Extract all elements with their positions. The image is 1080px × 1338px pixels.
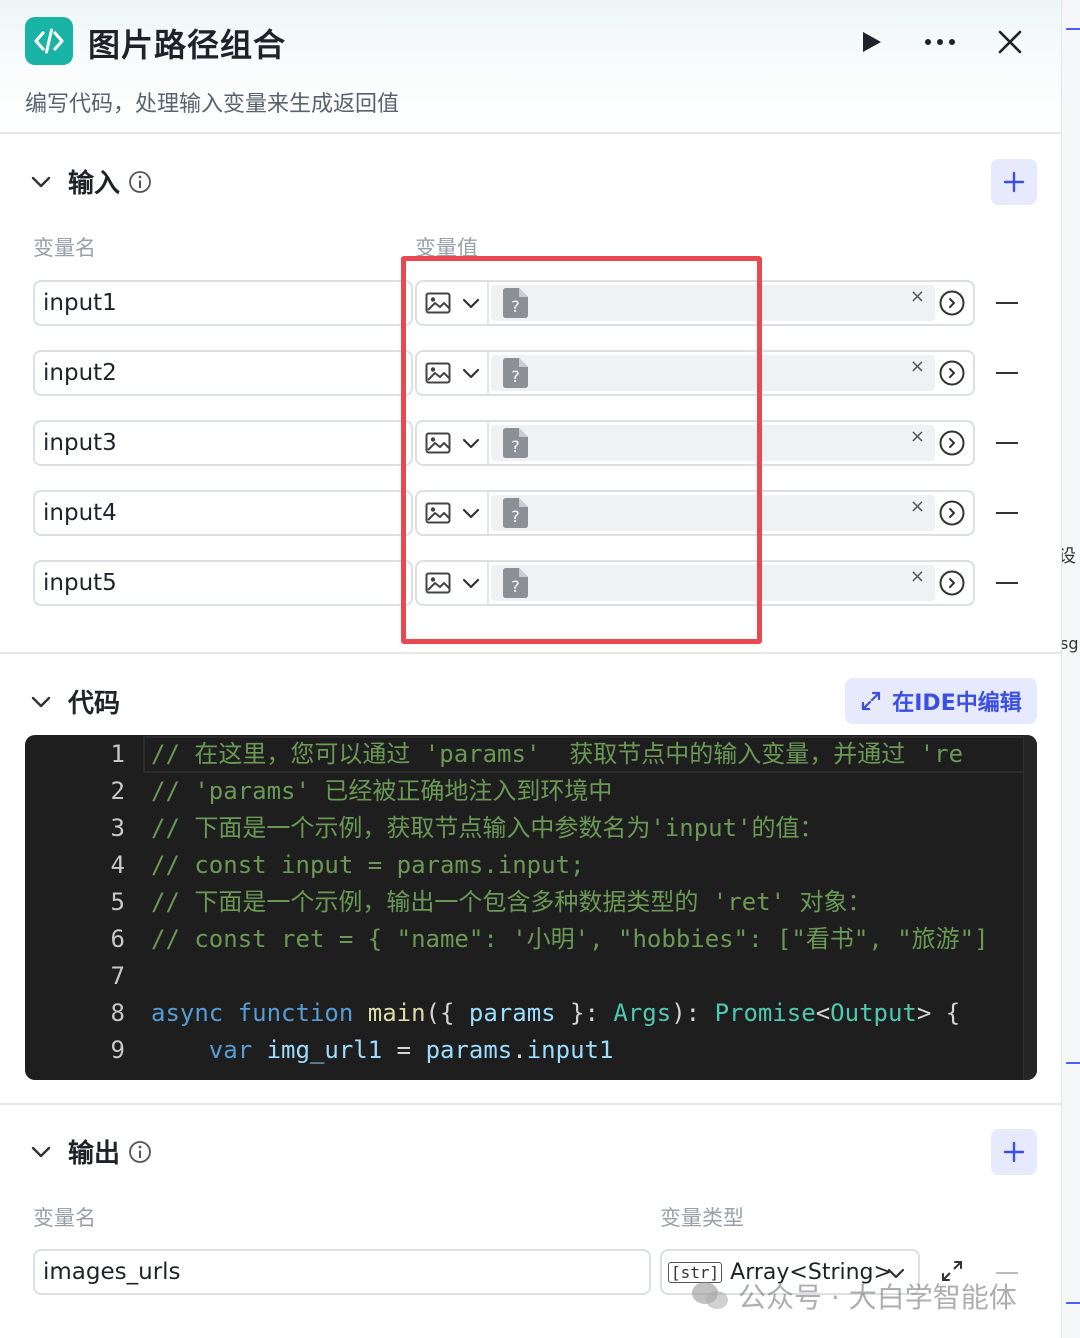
input-name-field[interactable]: input1 bbox=[33, 280, 413, 326]
code-section-toggle[interactable]: 代码 bbox=[28, 683, 120, 720]
code-line[interactable]: 1 // 在这里，您可以通过 'params' 获取节点中的输入变量，并通过 'r… bbox=[25, 736, 1037, 773]
line-number: 6 bbox=[110, 925, 125, 953]
code-section-title: 代码 bbox=[68, 689, 121, 719]
wechat-icon bbox=[692, 1282, 728, 1309]
plus-icon bbox=[1003, 1141, 1025, 1163]
expand-icon bbox=[862, 691, 881, 711]
output-column-type-header: 变量类型 bbox=[660, 1206, 744, 1230]
input-name-field[interactable]: input5 bbox=[33, 560, 413, 606]
input-name-field[interactable]: input3 bbox=[33, 420, 413, 466]
section-divider bbox=[0, 1103, 1061, 1105]
input-column-name-header: 变量名 bbox=[33, 236, 96, 260]
code-line[interactable]: 6 // const ret = { "name": '小明', "hobbies… bbox=[25, 921, 1037, 958]
clear-value-button[interactable]: × bbox=[910, 286, 925, 307]
line-number: 7 bbox=[110, 962, 125, 990]
line-number: 9 bbox=[110, 1036, 125, 1064]
more-options-button[interactable] bbox=[920, 22, 960, 62]
code-line-clipped bbox=[25, 1069, 1037, 1080]
line-number: 8 bbox=[110, 999, 125, 1027]
input-name-field[interactable]: input2 bbox=[33, 350, 413, 396]
section-divider bbox=[0, 652, 1061, 654]
clear-value-button[interactable]: × bbox=[910, 566, 925, 587]
canvas-edge-line bbox=[1066, 1302, 1080, 1304]
edit-in-ide-label: 在IDE中编辑 bbox=[892, 691, 1022, 716]
editor-scrollbar[interactable] bbox=[1023, 735, 1037, 1080]
line-number: 3 bbox=[110, 814, 125, 842]
code-line[interactable]: 7 bbox=[25, 958, 1037, 995]
play-icon bbox=[863, 32, 881, 52]
node-title[interactable]: 图片路径组合 bbox=[88, 20, 286, 66]
line-number: 4 bbox=[110, 851, 125, 879]
code-text: // 在这里，您可以通过 'params' 获取节点中的输入变量，并通过 're bbox=[151, 740, 964, 768]
canvas-edge-line bbox=[1066, 28, 1080, 30]
code-line[interactable]: 2 // 'params' 已经被正确地注入到环境中 bbox=[25, 773, 1037, 810]
close-icon bbox=[998, 30, 1022, 54]
variable-reference-icon[interactable] bbox=[937, 288, 967, 318]
add-output-button[interactable] bbox=[991, 1129, 1037, 1175]
output-section-toggle[interactable]: 输出 bbox=[28, 1133, 152, 1170]
output-section-title: 输出 bbox=[68, 1139, 121, 1169]
code-text: async function main({ params }: Args): P… bbox=[151, 999, 961, 1027]
info-icon[interactable] bbox=[128, 170, 152, 194]
clear-value-button[interactable]: × bbox=[910, 356, 925, 377]
code-line[interactable]: 3 // 下面是一个示例，获取节点输入中参数名为'input'的值： bbox=[25, 810, 1037, 847]
wechat-watermark: 公众号 · 大白学智能体 bbox=[690, 1276, 1017, 1316]
edit-in-ide-button[interactable]: 在IDE中编辑 bbox=[845, 678, 1037, 724]
variable-reference-icon[interactable] bbox=[937, 568, 967, 598]
highlight-annotation-box bbox=[401, 256, 762, 644]
code-line[interactable]: 4 // const input = params.input; bbox=[25, 847, 1037, 884]
remove-input-button[interactable] bbox=[996, 512, 1018, 514]
variable-reference-icon[interactable] bbox=[937, 498, 967, 528]
remove-output-button[interactable] bbox=[996, 1272, 1018, 1274]
code-text: // const input = params.input; bbox=[151, 851, 585, 879]
code-editor[interactable]: 1 // 在这里，您可以通过 'params' 获取节点中的输入变量，并通过 'r… bbox=[25, 735, 1037, 1080]
input-name-field[interactable]: input4 bbox=[33, 490, 413, 536]
info-icon[interactable] bbox=[128, 1140, 152, 1164]
background-canvas-strip: 设 sg bbox=[1062, 0, 1080, 1338]
code-text: var img_url1 = params.input1 bbox=[208, 1036, 614, 1064]
chevron-down-icon bbox=[31, 696, 51, 707]
remove-input-button[interactable] bbox=[996, 442, 1018, 444]
code-text: // 下面是一个示例，获取节点输入中参数名为'input'的值： bbox=[151, 814, 824, 842]
code-node-panel: 图片路径组合 编写代码，处理输入变量来生成返回值 输入 变量名 变量值 inpu… bbox=[0, 0, 1062, 1338]
add-input-button[interactable] bbox=[991, 159, 1037, 205]
code-line[interactable]: 8 async function main({ params }: Args): … bbox=[25, 995, 1037, 1032]
chevron-down-icon bbox=[31, 176, 51, 187]
remove-input-button[interactable] bbox=[996, 302, 1018, 304]
line-number: 1 bbox=[110, 740, 125, 768]
clear-value-button[interactable]: × bbox=[910, 496, 925, 517]
input-section-title: 输入 bbox=[68, 169, 121, 199]
output-column-name-header: 变量名 bbox=[33, 1206, 96, 1230]
input-section-toggle[interactable]: 输入 bbox=[28, 163, 152, 200]
code-line[interactable]: 9 var img_url1 = params.input1 bbox=[25, 1032, 1037, 1069]
code-text: // 'params' 已经被正确地注入到环境中 bbox=[151, 777, 613, 805]
code-line[interactable]: 5 // 下面是一个示例，输出一个包含多种数据类型的 'ret' 对象： bbox=[25, 884, 1037, 921]
more-icon bbox=[925, 39, 955, 45]
variable-reference-icon[interactable] bbox=[937, 428, 967, 458]
remove-input-button[interactable] bbox=[996, 582, 1018, 584]
watermark-text: 公众号 · 大白学智能体 bbox=[738, 1281, 1017, 1314]
code-text: // const ret = { "name": '小明', "hobbies"… bbox=[151, 925, 989, 953]
panel-header: 图片路径组合 编写代码，处理输入变量来生成返回值 bbox=[0, 0, 1061, 134]
code-node-logo bbox=[25, 17, 73, 65]
code-brackets-icon bbox=[34, 28, 64, 54]
canvas-text-fragment: sg bbox=[1062, 634, 1079, 653]
variable-reference-icon[interactable] bbox=[937, 358, 967, 388]
line-number: 5 bbox=[110, 888, 125, 916]
plus-icon bbox=[1003, 171, 1025, 193]
output-name-input[interactable]: images_urls bbox=[33, 1249, 651, 1295]
line-number: 2 bbox=[110, 777, 125, 805]
run-button[interactable] bbox=[851, 22, 891, 62]
canvas-edge-line bbox=[1066, 1062, 1080, 1064]
clear-value-button[interactable]: × bbox=[910, 426, 925, 447]
node-description: 编写代码，处理输入变量来生成返回值 bbox=[25, 92, 400, 117]
chevron-down-icon bbox=[31, 1146, 51, 1157]
code-text: // 下面是一个示例，输出一个包含多种数据类型的 'ret' 对象： bbox=[151, 888, 872, 916]
canvas-text-fragment: 设 bbox=[1062, 546, 1076, 567]
remove-input-button[interactable] bbox=[996, 372, 1018, 374]
close-button[interactable] bbox=[990, 22, 1030, 62]
